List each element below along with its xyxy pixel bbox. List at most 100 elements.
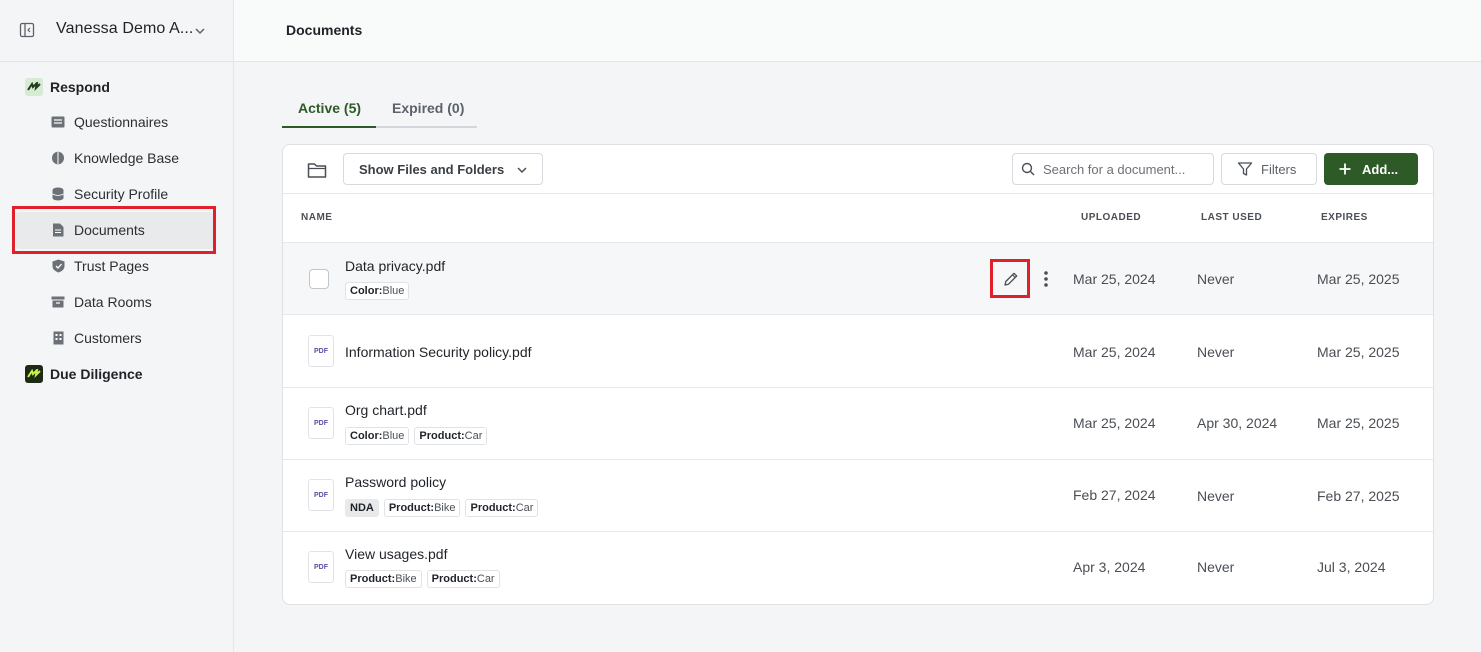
file-name[interactable]: Data privacy.pdf (345, 258, 445, 274)
column-header-expires[interactable]: EXPIRES (1321, 212, 1368, 223)
sidebar-toggle-icon[interactable] (19, 22, 35, 38)
sidebar: Vanessa Demo A... Respond Questionnaires… (0, 0, 234, 652)
tag: Color: Blue (345, 427, 410, 445)
sidebar-item-label: Data Rooms (74, 294, 152, 310)
sidebar-item-label: Security Profile (74, 186, 169, 202)
more-vertical-icon[interactable] (1043, 270, 1049, 288)
documents-toolbar: Show Files and Folders Filters Add... (283, 145, 1433, 194)
last-used: Apr 30, 2024 (1197, 415, 1278, 431)
expires-date: Jul 3, 2024 (1317, 559, 1386, 575)
tab-bar: Active (5) Expired (0) (282, 90, 477, 128)
expires-date: Mar 25, 2025 (1317, 344, 1400, 360)
tab-expired[interactable]: Expired (0) (392, 100, 464, 116)
chevron-down-icon[interactable] (193, 24, 207, 38)
workspace-header: Vanessa Demo A... (0, 0, 233, 62)
search-input[interactable] (1043, 161, 1203, 177)
section-due-diligence[interactable]: Due Diligence (25, 364, 143, 384)
section-label: Respond (50, 79, 110, 95)
uploaded-date: Mar 25, 2024 (1073, 344, 1156, 360)
tag: Product: Car (426, 570, 500, 588)
expires-date: Mar 25, 2025 (1317, 415, 1400, 431)
filter-icon (1237, 162, 1253, 176)
row-checkbox[interactable] (309, 269, 329, 289)
pdf-file-icon: PDF (308, 551, 334, 583)
workspace-name[interactable]: Vanessa Demo A... (56, 20, 193, 38)
shield-icon (50, 258, 66, 274)
uploaded-date: Mar 25, 2024 (1073, 415, 1156, 431)
search-box[interactable] (1012, 153, 1214, 185)
section-label: Due Diligence (50, 366, 143, 382)
add-label: Add... (1362, 161, 1399, 177)
pdf-file-icon: PDF (308, 335, 334, 367)
sidebar-item-knowledge-base[interactable]: Knowledge Base (50, 146, 179, 170)
last-used: Never (1197, 344, 1235, 360)
respond-logo-icon (25, 78, 43, 96)
uploaded-date: Apr 3, 2024 (1073, 559, 1146, 575)
tag-list: Color: Blue Product: Car (345, 427, 488, 445)
last-used: Never (1197, 559, 1235, 575)
sidebar-item-label: Questionnaires (74, 114, 169, 130)
sidebar-item-trust-pages[interactable]: Trust Pages (50, 254, 149, 278)
pdf-file-icon: PDF (308, 479, 334, 511)
due-diligence-logo-icon (25, 365, 43, 383)
sidebar-item-questionnaires[interactable]: Questionnaires (50, 110, 168, 134)
view-select-value: Show Files and Folders (359, 161, 505, 177)
section-respond[interactable]: Respond (25, 77, 110, 97)
sidebar-item-label: Customers (74, 330, 142, 346)
pdf-file-icon: PDF (308, 407, 334, 439)
table-row[interactable]: PDF Information Security policy.pdf Mar … (283, 316, 1433, 388)
tab-active[interactable]: Active (5) (298, 100, 361, 116)
column-header-name[interactable]: NAME (301, 212, 332, 223)
table-header: NAME UPLOADED LAST USED EXPIRES (283, 194, 1433, 243)
filters-button[interactable]: Filters (1221, 153, 1317, 185)
column-header-last-used[interactable]: LAST USED (1201, 212, 1262, 223)
page-title: Documents (286, 22, 363, 38)
add-button[interactable]: Add... (1324, 153, 1418, 185)
tag-list: Product: Bike Product: Car (345, 570, 500, 588)
documents-card: Show Files and Folders Filters Add... NA… (282, 144, 1434, 605)
top-bar: Documents (234, 0, 1481, 62)
folder-icon[interactable] (307, 161, 327, 179)
view-select[interactable]: Show Files and Folders (343, 153, 543, 185)
tag: Color: Blue (345, 282, 410, 300)
tag: Product: Bike (383, 499, 461, 517)
expires-date: Feb 27, 2025 (1317, 488, 1400, 504)
tag: Product: Car (465, 499, 539, 517)
last-used: Never (1197, 271, 1235, 287)
sidebar-item-label: Knowledge Base (74, 150, 180, 166)
tag: Product: Car (414, 427, 488, 445)
sidebar-item-data-rooms[interactable]: Data Rooms (50, 290, 152, 314)
documents-highlight-box (12, 206, 216, 254)
file-name[interactable]: View usages.pdf (345, 546, 447, 562)
edit-highlight-box (990, 259, 1030, 298)
database-icon (50, 186, 66, 202)
uploaded-date: Mar 25, 2024 (1073, 271, 1156, 287)
column-header-uploaded[interactable]: UPLOADED (1081, 212, 1141, 223)
building-icon (50, 330, 66, 346)
tag-list: Color: Blue (345, 282, 410, 300)
expires-date: Mar 25, 2025 (1317, 271, 1400, 287)
file-name[interactable]: Org chart.pdf (345, 402, 427, 418)
last-used: Never (1197, 488, 1235, 504)
file-name[interactable]: Password policy (345, 474, 446, 490)
table-row[interactable]: PDF Password policy NDA Product: Bike Pro… (283, 460, 1433, 532)
tag: Product: Bike (345, 570, 422, 588)
file-name[interactable]: Information Security policy.pdf (345, 344, 532, 360)
sidebar-item-customers[interactable]: Customers (50, 326, 142, 350)
table-row[interactable]: PDF Org chart.pdf Color: Blue Product: Car… (283, 388, 1433, 460)
list-icon (50, 114, 66, 130)
plus-icon (1339, 163, 1351, 175)
active-tab-indicator (282, 126, 376, 128)
tag-list: NDA Product: Bike Product: Car (345, 499, 539, 517)
search-icon (1021, 162, 1035, 176)
sidebar-item-security-profile[interactable]: Security Profile (50, 182, 168, 206)
uploaded-date: Feb 27, 2024 (1073, 487, 1156, 503)
sidebar-item-label: Trust Pages (74, 258, 149, 274)
table-row[interactable]: PDF View usages.pdf Product: Bike Product… (283, 532, 1433, 604)
table-row[interactable]: Data privacy.pdf Color: Blue Mar 25, 2024… (283, 243, 1433, 315)
tag-nda: NDA (345, 499, 379, 517)
brain-icon (50, 150, 66, 166)
filters-label: Filters (1261, 161, 1297, 177)
archive-icon (50, 294, 66, 310)
chevron-down-icon (517, 167, 527, 174)
